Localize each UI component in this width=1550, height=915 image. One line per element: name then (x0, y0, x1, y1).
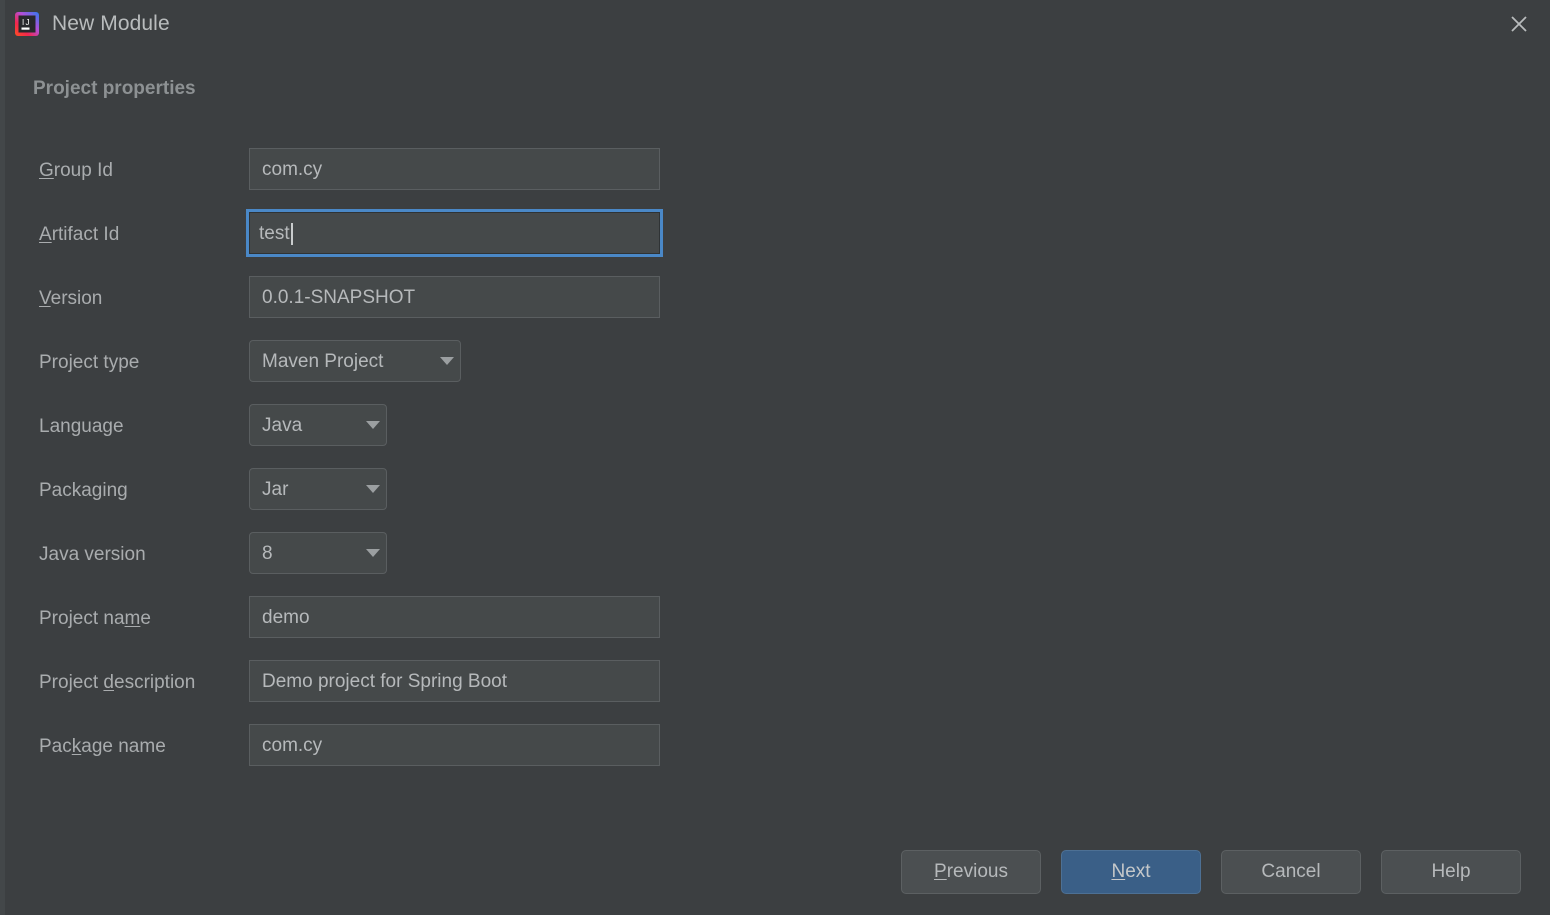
project-name-value: demo (262, 606, 310, 628)
artifact-id-input[interactable]: test (246, 209, 663, 257)
next-button[interactable]: Next (1061, 850, 1201, 894)
svg-text:I: I (22, 18, 24, 27)
chevron-down-icon (360, 532, 386, 574)
text-caret (290, 223, 293, 245)
version-input[interactable]: 0.0.1-SNAPSHOT (249, 276, 660, 318)
section-heading: Project properties (33, 78, 196, 99)
package-name-input[interactable]: com.cy (249, 724, 660, 766)
project-description-value: Demo project for Spring Boot (262, 670, 508, 692)
chevron-down-icon (360, 468, 386, 510)
dialog-footer: Previous Next Cancel Help (0, 850, 1550, 894)
help-button[interactable]: Help (1381, 850, 1521, 894)
project-description-input[interactable]: Demo project for Spring Boot (249, 660, 660, 702)
java-version-selected-value: 8 (262, 542, 273, 564)
label-language: Language (39, 416, 124, 437)
label-project-description: Project description (39, 672, 196, 693)
language-selected-value: Java (262, 414, 303, 436)
chevron-down-icon (434, 340, 460, 382)
packaging-dropdown[interactable]: Jar (249, 468, 387, 510)
form-row-project-name: Project name demo (0, 596, 700, 660)
close-icon[interactable] (1496, 2, 1542, 46)
project-type-selected-value: Maven Project (262, 350, 384, 372)
label-package-name: Package name (39, 736, 166, 757)
group-id-value: com.cy (262, 158, 323, 180)
label-project-name: Project name (39, 608, 151, 629)
form-row-java-version: Java version 8 (0, 532, 700, 596)
project-type-dropdown[interactable]: Maven Project (249, 340, 461, 382)
form-row-version: Version 0.0.1-SNAPSHOT (0, 276, 700, 340)
version-value: 0.0.1-SNAPSHOT (262, 286, 416, 308)
packaging-selected-value: Jar (262, 478, 289, 500)
svg-text:J: J (26, 18, 30, 27)
previous-button[interactable]: Previous (901, 850, 1041, 894)
label-project-type: Project type (39, 352, 140, 373)
language-dropdown[interactable]: Java (249, 404, 387, 446)
dialog-title: New Module (52, 12, 170, 35)
dialog-title-bar: I J New Module (0, 0, 1550, 48)
form-row-language: Language Java (0, 404, 700, 468)
label-artifact-id: Artifact Id (39, 224, 120, 245)
cancel-button[interactable]: Cancel (1221, 850, 1361, 894)
project-name-input[interactable]: demo (249, 596, 660, 638)
label-packaging: Packaging (39, 480, 128, 501)
label-version: Version (39, 288, 103, 309)
intellij-idea-icon: I J (14, 11, 40, 37)
chevron-down-icon (360, 404, 386, 446)
group-id-input[interactable]: com.cy (249, 148, 660, 190)
package-name-value: com.cy (262, 734, 323, 756)
project-properties-form: Group Id com.cy Artifact Id test Version 0.0.… (0, 148, 700, 788)
form-row-artifact-id: Artifact Id test (0, 209, 700, 276)
artifact-id-value: test (259, 222, 290, 244)
form-row-project-type: Project type Maven Project (0, 340, 700, 404)
form-row-packaging: Packaging Jar (0, 468, 700, 532)
label-group-id: Group Id (39, 160, 113, 181)
java-version-dropdown[interactable]: 8 (249, 532, 387, 574)
form-row-project-description: Project description Demo project for Spri… (0, 660, 700, 724)
form-row-package-name: Package name com.cy (0, 724, 700, 788)
form-row-group-id: Group Id com.cy (0, 148, 700, 212)
label-java-version: Java version (39, 544, 146, 565)
